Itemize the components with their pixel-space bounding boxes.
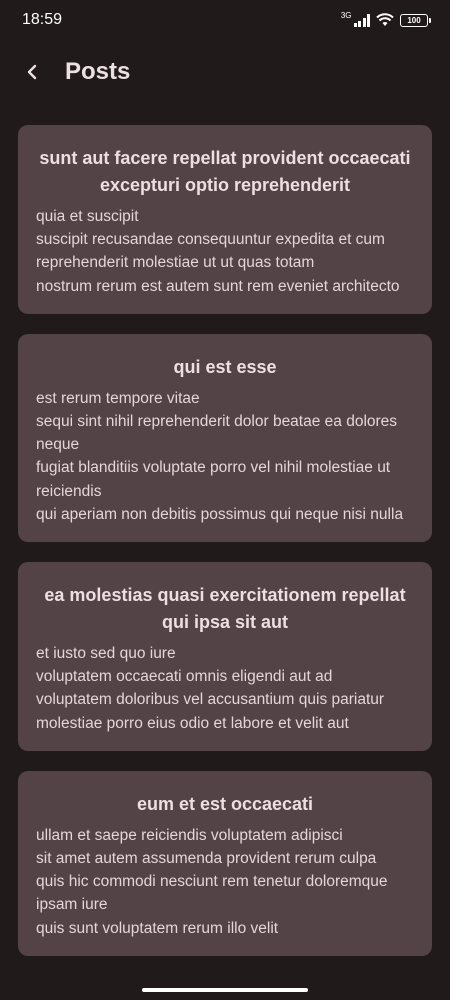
back-button[interactable]	[8, 48, 56, 96]
post-title: qui est esse	[173, 356, 277, 377]
post-body: et iusto sed quo iure voluptatem occaeca…	[36, 645, 385, 732]
post-card[interactable]: sunt aut facere repellat provident occae…	[18, 125, 432, 314]
signal-icon	[353, 13, 370, 27]
status-time: 18:59	[22, 11, 63, 28]
battery-icon: 100	[400, 13, 431, 27]
post-title: sunt aut facere repellat provident occae…	[39, 148, 411, 195]
post-card[interactable]: ea molestias quasi exercitationem repell…	[18, 562, 432, 751]
page-title: Posts	[65, 58, 131, 85]
post-card[interactable]: eum et est occaecati ullam et saepe reic…	[18, 770, 432, 956]
post-body: est rerum tempore vitae sequi sint nihil…	[36, 389, 404, 523]
wifi-icon	[376, 13, 394, 26]
chevron-left-icon	[27, 64, 37, 80]
network-type-label: 3G	[340, 10, 352, 20]
post-card[interactable]: qui est esse est rerum tempore vitae seq…	[18, 333, 432, 543]
post-body: ullam et saepe reiciendis voluptatem adi…	[36, 826, 388, 937]
posts-list[interactable]: sunt aut facere repellat provident occae…	[18, 125, 432, 976]
status-bar: 18:59 3G 100	[0, 0, 450, 40]
app-bar: Posts	[0, 44, 450, 100]
post-title: ea molestias quasi exercitationem repell…	[44, 585, 406, 633]
post-title: eum et est occaecati	[136, 793, 314, 814]
status-icons: 3G 100	[340, 10, 431, 27]
post-body: quia et suscipit suscipit recusandae con…	[36, 208, 400, 295]
home-indicator[interactable]	[142, 988, 308, 992]
